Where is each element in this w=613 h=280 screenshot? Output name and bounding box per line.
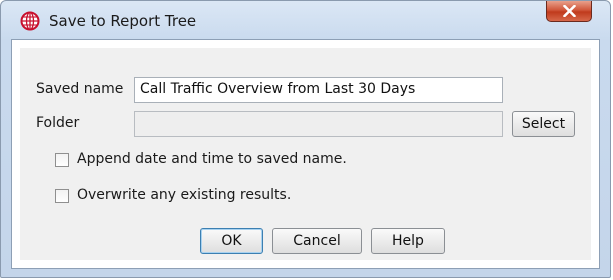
help-button[interactable]: Help xyxy=(371,228,445,254)
close-icon xyxy=(563,5,576,17)
cancel-button[interactable]: Cancel xyxy=(272,228,362,254)
saved-name-label: Saved name xyxy=(36,81,124,97)
form-panel: Saved name Call Traffic Overview from La… xyxy=(20,48,591,260)
select-button[interactable]: Select xyxy=(512,111,575,137)
saved-name-input[interactable]: Call Traffic Overview from Last 30 Days xyxy=(134,77,503,103)
append-date-checkbox[interactable] xyxy=(55,153,69,167)
folder-input[interactable] xyxy=(134,111,503,137)
window-title: Save to Report Tree xyxy=(49,12,197,30)
ok-button[interactable]: OK xyxy=(200,228,263,254)
close-button[interactable] xyxy=(546,1,592,22)
title-bar[interactable]: Save to Report Tree xyxy=(1,1,610,39)
folder-label: Folder xyxy=(36,115,80,131)
dialog-content: Saved name Call Traffic Overview from La… xyxy=(11,39,600,269)
overwrite-label: Overwrite any existing results. xyxy=(77,187,292,203)
dialog-window: Save to Report Tree Saved name Call Traf… xyxy=(0,0,611,278)
globe-icon xyxy=(20,11,40,31)
overwrite-checkbox[interactable] xyxy=(55,189,69,203)
append-date-label: Append date and time to saved name. xyxy=(77,151,347,167)
